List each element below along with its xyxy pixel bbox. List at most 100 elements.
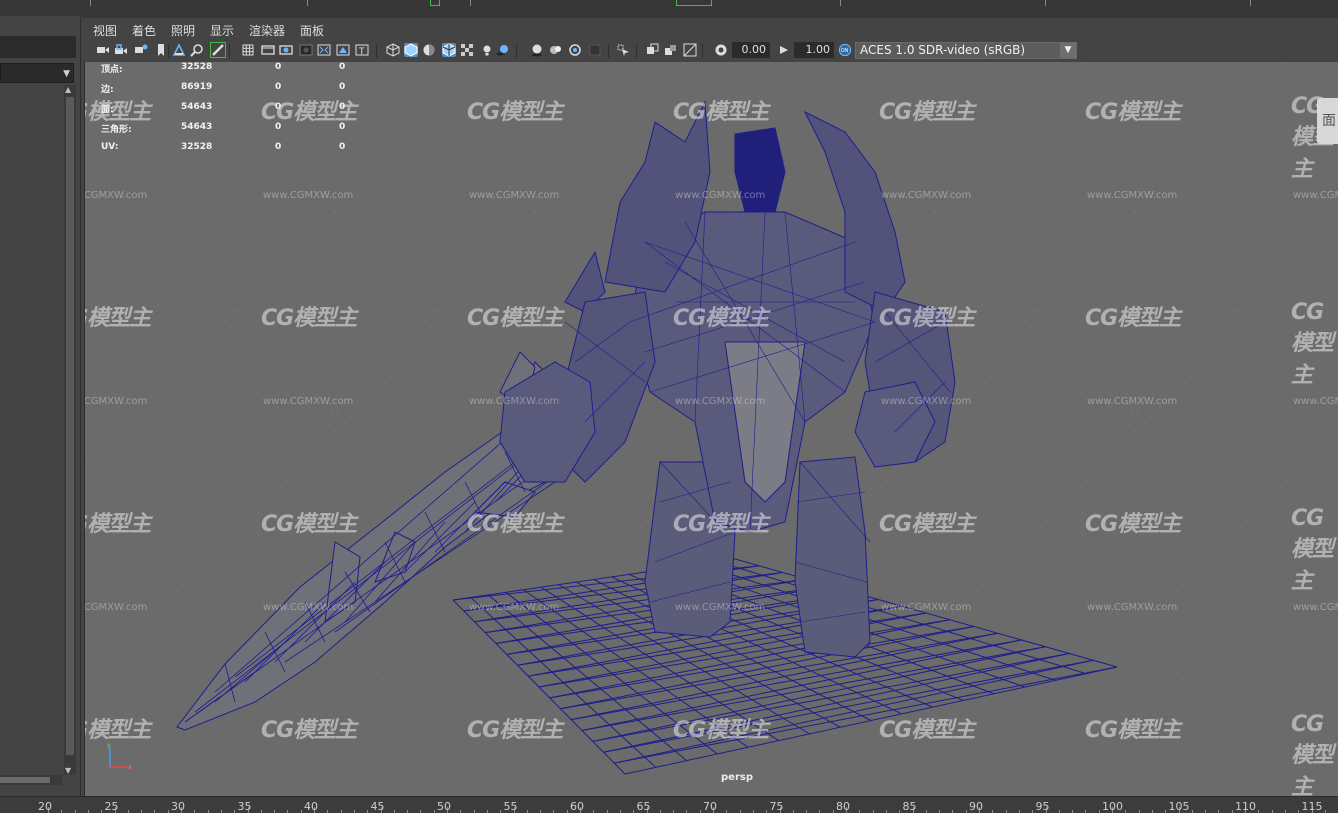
ruler-label: 80: [836, 800, 850, 813]
hud-value: 86919: [181, 82, 213, 92]
hud-value: 0: [275, 142, 282, 152]
ruler-label: 30: [171, 800, 185, 813]
menu-panels[interactable]: 面板: [300, 22, 324, 39]
chevron-down-icon[interactable]: ▼: [63, 69, 70, 79]
viewport-persp[interactable]: 顶点: 32528 0 0 边: 86919 0 0 面: 54643 0 0 …: [84, 62, 1338, 796]
hud-value: 0: [275, 122, 282, 132]
hud-value: 32528: [181, 62, 213, 72]
toolbar-separator: [229, 44, 230, 58]
ruler-label: 20: [38, 800, 52, 813]
ssao-icon[interactable]: [530, 43, 544, 57]
left-panel-scrollbar[interactable]: ▲ ▼: [64, 85, 76, 775]
menu-view[interactable]: 视图: [93, 22, 117, 39]
toolbar-separator: [168, 44, 169, 58]
time-ruler[interactable]: 20 25 30 35 40 45 50 55 60 65 70 75 80 85 90 95 100 105 11…: [0, 796, 1338, 813]
safe-action-icon[interactable]: [336, 43, 350, 57]
color-space-select[interactable]: ACES 1.0 SDR-video (sRGB) ▼: [855, 42, 1077, 59]
exposure-field[interactable]: 0.00: [732, 42, 770, 58]
horizontal-scroll-thumb[interactable]: [0, 777, 50, 783]
shelf-mark: [470, 0, 471, 6]
grid-line: [560, 632, 998, 710]
toolbar-separator: [702, 44, 703, 58]
menu-renderer[interactable]: 渲染器: [249, 22, 285, 39]
hud-value: 54643: [181, 102, 213, 112]
camera-lock-icon[interactable]: [114, 43, 128, 57]
resolution-gate-icon[interactable]: [279, 43, 293, 57]
ruler-label: 65: [636, 800, 651, 813]
svg-text:ON: ON: [841, 48, 849, 54]
ruler-label: 60: [570, 800, 584, 813]
hud-label: 边:: [101, 85, 114, 95]
scroll-down-icon[interactable]: ▼: [65, 766, 71, 775]
character-mesh: [499, 100, 956, 658]
grid-line: [474, 578, 807, 623]
use-all-lights-icon[interactable]: [480, 43, 494, 57]
motion-blur-icon[interactable]: [549, 43, 563, 57]
hud-value: 0: [275, 102, 282, 112]
menu-shading[interactable]: 着色: [132, 22, 156, 39]
side-tab[interactable]: 面: [1317, 98, 1338, 144]
left-horizontal-scrollbar[interactable]: [0, 775, 62, 785]
2d-pan-zoom-icon[interactable]: [190, 43, 204, 57]
shelf-strip: [80, 0, 1338, 18]
grid-icon[interactable]: [241, 43, 255, 57]
backface-icon[interactable]: [683, 43, 697, 57]
smooth-shade-icon[interactable]: [404, 43, 418, 57]
exposure-icon[interactable]: [714, 43, 728, 57]
ruler-label: 75: [769, 800, 784, 813]
camera-attributes-icon[interactable]: [134, 43, 148, 57]
bookmark-icon[interactable]: [154, 43, 168, 57]
grease-pencil-icon[interactable]: [210, 42, 226, 58]
grid-line: [571, 639, 1022, 721]
hud-label: UV:: [101, 142, 119, 152]
isolate-select-icon[interactable]: [616, 43, 630, 57]
left-scroll-thumb[interactable]: [66, 97, 74, 755]
hud-row: 三角形: 54643 0 0: [101, 122, 361, 142]
scroll-up-icon[interactable]: ▲: [65, 85, 71, 94]
flat-shade-icon[interactable]: [422, 43, 436, 57]
wireframe-on-shaded-icon[interactable]: [442, 43, 456, 57]
hud-row: 面: 54643 0 0: [101, 102, 361, 122]
gate-mask-icon[interactable]: [299, 43, 313, 57]
ruler-label: 110: [1235, 800, 1256, 813]
hud-value: 0: [275, 82, 282, 92]
safe-title-icon[interactable]: T: [355, 43, 369, 57]
toolbar-separator: [608, 44, 609, 58]
ruler-label: 100: [1102, 800, 1123, 813]
hud-label: 面:: [101, 105, 114, 115]
depth-of-field-icon[interactable]: [588, 43, 602, 57]
gamma-icon[interactable]: [777, 43, 791, 57]
scene-canvas[interactable]: [85, 62, 1338, 796]
hud-value: 0: [339, 82, 346, 92]
wireframe-icon[interactable]: [386, 43, 400, 57]
ruler-label: 115: [1301, 800, 1323, 813]
left-panel-dropdown[interactable]: ▼: [0, 63, 74, 83]
image-plane-icon[interactable]: [172, 43, 186, 57]
svg-text:y: y: [107, 742, 111, 749]
toolbar-separator: [636, 44, 637, 58]
hud-value: 0: [339, 122, 346, 132]
gamma-field[interactable]: 1.00: [794, 42, 834, 58]
xray-active-icon[interactable]: [664, 43, 678, 57]
grid-line: [560, 626, 974, 710]
shadows-icon[interactable]: [496, 43, 510, 57]
film-gate-icon[interactable]: [261, 43, 275, 57]
shelf-mark: [840, 0, 841, 6]
anti-alias-icon[interactable]: [568, 43, 582, 57]
ruler-label: 90: [969, 800, 983, 813]
menu-show[interactable]: 显示: [210, 22, 234, 39]
camera-icon[interactable]: [96, 43, 110, 57]
hud-value: 54643: [181, 122, 213, 132]
ruler-label: 85: [902, 800, 917, 813]
field-chart-icon[interactable]: [317, 43, 331, 57]
left-top-strip: [0, 0, 80, 16]
svg-text:x: x: [128, 764, 132, 771]
shelf-mark: [307, 0, 308, 6]
left-panel: ▼ ▲ ▼: [0, 0, 81, 796]
xray-icon[interactable]: [460, 43, 474, 57]
color-management-icon[interactable]: ON: [838, 43, 854, 57]
xray-joints-icon[interactable]: [646, 43, 660, 57]
menu-lighting[interactable]: 照明: [171, 22, 195, 39]
axis-gizmo: y x: [105, 742, 135, 776]
chevron-down-icon[interactable]: ▼: [1060, 43, 1076, 58]
